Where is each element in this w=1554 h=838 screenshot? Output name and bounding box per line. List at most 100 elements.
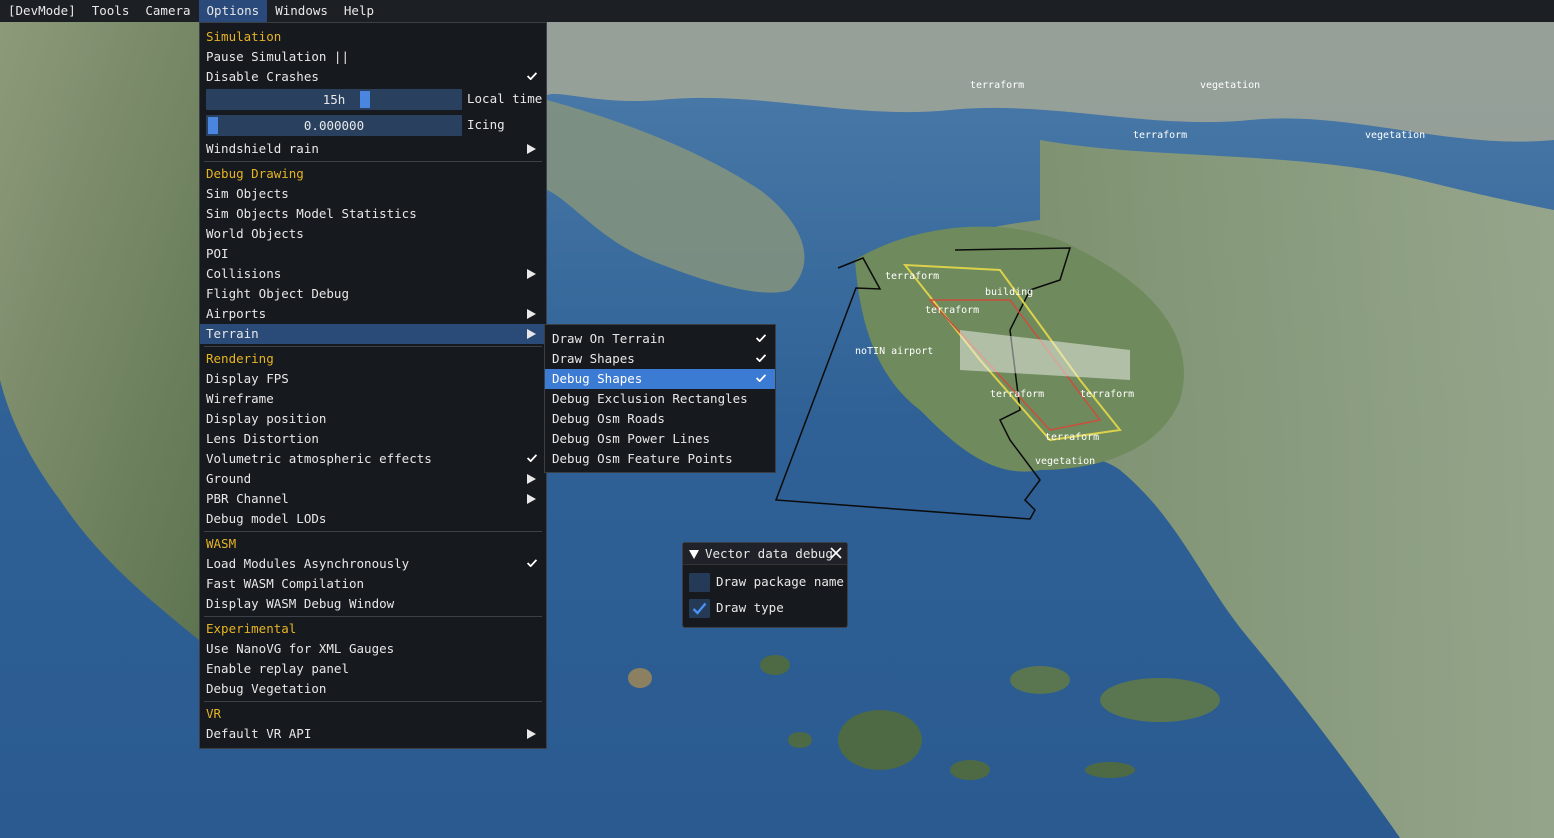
- menu-item-airports[interactable]: Airports: [200, 304, 546, 324]
- checkmark-icon: [526, 454, 538, 462]
- menu-item-debug-model-lods[interactable]: Debug model LODs: [200, 509, 546, 529]
- divider: [204, 616, 542, 617]
- submenu-arrow-icon: [527, 329, 536, 339]
- menu-item-label: Use NanoVG for XML Gauges: [206, 641, 395, 656]
- top-menu-bar: [DevMode] Tools Camera Options Windows H…: [0, 0, 1554, 22]
- menu-item-label: Windshield rain: [206, 141, 319, 156]
- menu-item-windshield-rain[interactable]: Windshield rain: [200, 139, 546, 159]
- menu-item-label: Debug Vegetation: [206, 681, 327, 696]
- submenu-arrow-icon: [527, 494, 536, 504]
- menu-windows[interactable]: Windows: [267, 0, 336, 22]
- submenu-item-debug-exclusion-rectangles[interactable]: Debug Exclusion Rectangles: [545, 389, 775, 409]
- menu-item-poi[interactable]: POI: [200, 244, 546, 264]
- collapse-triangle-icon[interactable]: [689, 550, 699, 559]
- menu-item-pbr-channel[interactable]: PBR Channel: [200, 489, 546, 509]
- submenu-item-debug-osm-feature-points[interactable]: Debug Osm Feature Points: [545, 449, 775, 469]
- slider-label: Local time: [467, 91, 543, 106]
- scene-label-vegetation: vegetation: [1035, 456, 1095, 467]
- menu-item-label: Wireframe: [206, 391, 274, 406]
- menu-item-flight-object-debug[interactable]: Flight Object Debug: [200, 284, 546, 304]
- menu-item-label: Fast WASM Compilation: [206, 576, 365, 591]
- menu-item-label: Debug Osm Feature Points: [552, 451, 733, 466]
- icing-slider[interactable]: 0.000000: [206, 115, 462, 136]
- menu-item-label: PBR Channel: [206, 491, 289, 506]
- checkmark-icon: [526, 72, 538, 80]
- menu-item-terrain[interactable]: Terrain: [200, 324, 546, 344]
- close-icon[interactable]: [829, 546, 843, 560]
- menu-item-label: Sim Objects Model Statistics: [206, 206, 417, 221]
- islet: [950, 760, 990, 780]
- menu-item-label: Ground: [206, 471, 252, 486]
- menu-item-label: Sim Objects: [206, 186, 289, 201]
- menu-devmode[interactable]: [DevMode]: [0, 0, 84, 22]
- window-titlebar[interactable]: Vector data debug: [683, 543, 847, 565]
- menu-item-sim-objects[interactable]: Sim Objects: [200, 184, 546, 204]
- menu-tools[interactable]: Tools: [84, 0, 138, 22]
- menu-item-nanovg[interactable]: Use NanoVG for XML Gauges: [200, 639, 546, 659]
- menu-item-display-fps[interactable]: Display FPS: [200, 369, 546, 389]
- submenu-arrow-icon: [527, 144, 536, 154]
- terrain-submenu: Draw On Terrain Draw Shapes Debug Shapes…: [544, 324, 776, 473]
- scene-label-terraform: terraform: [1133, 130, 1187, 141]
- menu-item-label: Display position: [206, 411, 327, 426]
- scene-label-terraform: terraform: [990, 389, 1044, 400]
- local-time-slider[interactable]: 15h: [206, 89, 462, 110]
- menu-item-replay-panel[interactable]: Enable replay panel: [200, 659, 546, 679]
- menu-item-label: Display FPS: [206, 371, 289, 386]
- menu-item-world-objects[interactable]: World Objects: [200, 224, 546, 244]
- menu-item-label: Airports: [206, 306, 267, 321]
- scene-label-building: building: [985, 287, 1033, 298]
- menu-item-pause-simulation[interactable]: Pause Simulation ||: [200, 47, 546, 67]
- menu-item-label: Draw On Terrain: [552, 331, 665, 346]
- menu-options[interactable]: Options: [198, 0, 268, 22]
- scene-label-vegetation: vegetation: [1365, 130, 1425, 141]
- menu-item-label: Enable replay panel: [206, 661, 349, 676]
- submenu-item-debug-osm-roads[interactable]: Debug Osm Roads: [545, 409, 775, 429]
- menu-item-volumetric-effects[interactable]: Volumetric atmospheric effects: [200, 449, 546, 469]
- menu-item-fast-wasm-compilation[interactable]: Fast WASM Compilation: [200, 574, 546, 594]
- checkmark-icon: [755, 374, 767, 382]
- divider: [204, 701, 542, 702]
- menu-item-label: Default VR API: [206, 726, 312, 741]
- menu-item-collisions[interactable]: Collisions: [200, 264, 546, 284]
- menu-item-ground[interactable]: Ground: [200, 469, 546, 489]
- menu-item-label: POI: [206, 246, 229, 261]
- menu-item-debug-vegetation[interactable]: Debug Vegetation: [200, 679, 546, 699]
- section-header-wasm: WASM: [206, 536, 237, 551]
- section-header-rendering: Rendering: [206, 351, 274, 366]
- option-draw-type[interactable]: Draw type: [683, 595, 847, 621]
- menu-item-lens-distortion[interactable]: Lens Distortion: [200, 429, 546, 449]
- divider: [204, 346, 542, 347]
- checkbox-label: Draw package name: [716, 574, 844, 589]
- submenu-item-debug-osm-power-lines[interactable]: Debug Osm Power Lines: [545, 429, 775, 449]
- checkmark-icon: [755, 334, 767, 342]
- menu-camera[interactable]: Camera: [137, 0, 198, 22]
- checkbox[interactable]: [689, 599, 710, 618]
- menu-item-wireframe[interactable]: Wireframe: [200, 389, 546, 409]
- menu-item-load-modules-async[interactable]: Load Modules Asynchronously: [200, 554, 546, 574]
- divider: [204, 161, 542, 162]
- menu-item-default-vr-api[interactable]: Default VR API: [200, 724, 546, 744]
- checkbox[interactable]: [689, 573, 710, 592]
- menu-item-display-position[interactable]: Display position: [200, 409, 546, 429]
- menu-item-label: Debug Osm Roads: [552, 411, 665, 426]
- scene-label-vegetation: vegetation: [1200, 80, 1260, 91]
- menu-item-sim-objects-model-statistics[interactable]: Sim Objects Model Statistics: [200, 204, 546, 224]
- submenu-item-draw-on-terrain[interactable]: Draw On Terrain: [545, 329, 775, 349]
- menu-item-wasm-debug-window[interactable]: Display WASM Debug Window: [200, 594, 546, 614]
- submenu-arrow-icon: [527, 269, 536, 279]
- submenu-arrow-icon: [527, 309, 536, 319]
- checkmark-icon: [526, 559, 538, 567]
- option-draw-package-name[interactable]: Draw package name: [683, 569, 847, 595]
- islet: [788, 732, 812, 748]
- submenu-item-draw-shapes[interactable]: Draw Shapes: [545, 349, 775, 369]
- menu-item-label: Volumetric atmospheric effects: [206, 451, 432, 466]
- checkmark-icon: [755, 354, 767, 362]
- slider-value: 15h: [322, 92, 346, 107]
- window-title: Vector data debug: [705, 546, 833, 561]
- menu-item-label: Disable Crashes: [206, 69, 319, 84]
- menu-item-label: Terrain: [206, 326, 259, 341]
- menu-item-disable-crashes[interactable]: Disable Crashes: [200, 67, 546, 87]
- submenu-item-debug-shapes[interactable]: Debug Shapes: [545, 369, 775, 389]
- menu-help[interactable]: Help: [336, 0, 382, 22]
